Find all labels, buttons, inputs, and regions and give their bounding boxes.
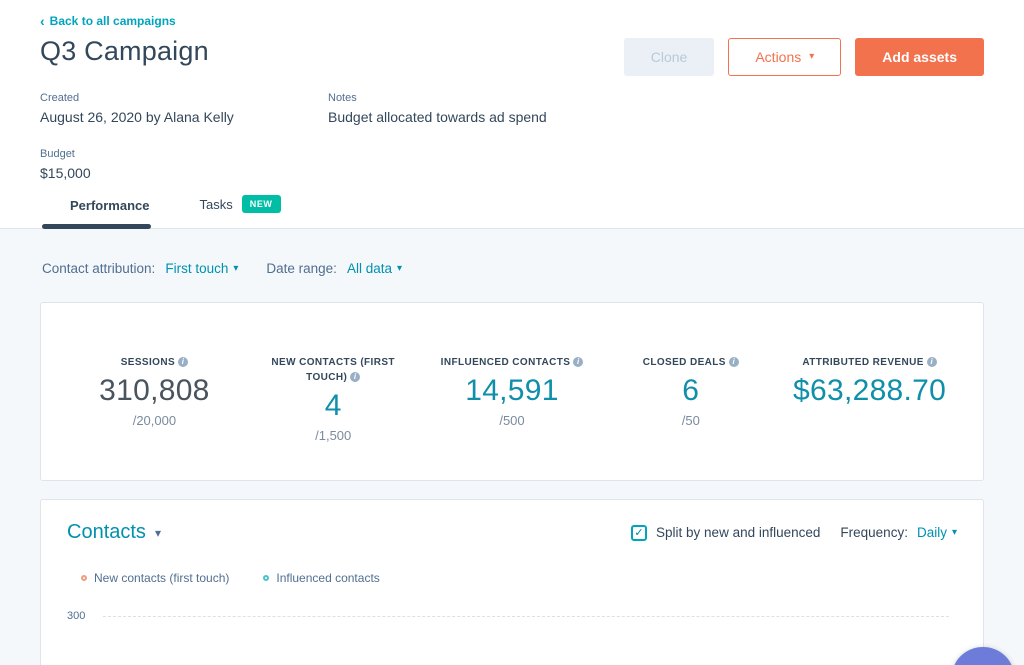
legend-influenced-contacts-label: Influenced contacts bbox=[276, 571, 380, 585]
chart-plot-area: 300 bbox=[67, 610, 957, 622]
notes-label: Notes bbox=[328, 92, 357, 104]
frequency-label: Frequency: bbox=[840, 525, 908, 540]
contact-attribution-dropdown[interactable]: First touch ▾ bbox=[165, 261, 238, 276]
metric-influenced-contacts-goal: /500 bbox=[499, 413, 525, 428]
chevron-down-icon: ▾ bbox=[154, 525, 161, 540]
chevron-down-icon: ▾ bbox=[809, 51, 815, 62]
clone-button[interactable]: Clone bbox=[623, 38, 715, 76]
contacts-chart-card: Contacts ▾ ✓ Split by new and influenced… bbox=[40, 499, 984, 665]
chart-legend: New contacts (first touch) Influenced co… bbox=[81, 571, 957, 585]
legend-new-contacts-label: New contacts (first touch) bbox=[94, 571, 230, 585]
contact-attribution-label: Contact attribution: bbox=[42, 261, 156, 276]
metric-attributed-revenue: ATTRIBUTED REVENUE i $63,288.70 bbox=[780, 355, 959, 480]
contacts-metric-dropdown[interactable]: Contacts ▾ bbox=[67, 521, 161, 544]
metric-influenced-contacts-value: 14,591 bbox=[465, 374, 559, 407]
metrics-summary-card: SESSIONS i 310,808 /20,000 NEW CONTACTS (… bbox=[40, 302, 984, 481]
tab-performance-label: Performance bbox=[70, 198, 150, 213]
info-icon[interactable]: i bbox=[728, 357, 739, 367]
info-icon[interactable]: i bbox=[350, 372, 361, 382]
budget-value: $15,000 bbox=[40, 165, 91, 181]
info-icon[interactable]: i bbox=[178, 357, 189, 367]
info-icon[interactable]: i bbox=[926, 357, 937, 367]
budget-label: Budget bbox=[40, 148, 75, 160]
filter-row: Contact attribution: First touch ▾ Date … bbox=[42, 261, 984, 276]
notes-value: Budget allocated towards ad spend bbox=[328, 109, 547, 125]
page-title: Q3 Campaign bbox=[40, 36, 209, 66]
contacts-card-header: Contacts ▾ ✓ Split by new and influenced… bbox=[67, 521, 957, 544]
info-icon[interactable]: i bbox=[573, 357, 584, 367]
contacts-title-label: Contacts bbox=[67, 521, 146, 543]
tab-tasks-label: Tasks bbox=[199, 196, 233, 212]
title-row: Q3 Campaign Clone Actions ▾ Add assets bbox=[40, 36, 984, 76]
metric-new-contacts-goal: /1,500 bbox=[315, 428, 352, 443]
metric-sessions-label: SESSIONS i bbox=[74, 355, 234, 370]
metric-closed-deals: CLOSED DEALS i 6 /50 bbox=[601, 355, 780, 480]
tab-tasks[interactable]: Tasks NEW bbox=[199, 195, 281, 228]
actions-button-label: Actions bbox=[755, 49, 802, 65]
legend-item-influenced-contacts[interactable]: Influenced contacts bbox=[263, 571, 380, 585]
created-label: Created bbox=[40, 92, 80, 104]
chevron-left-icon: ‹ bbox=[40, 13, 45, 29]
metric-closed-deals-label: CLOSED DEALS i bbox=[611, 355, 771, 370]
metric-influenced-contacts-label: INFLUENCED CONTACTS i bbox=[432, 355, 592, 370]
actions-dropdown-button[interactable]: Actions ▾ bbox=[728, 38, 842, 76]
gridline bbox=[103, 615, 949, 617]
frequency-dropdown[interactable]: Daily ▾ bbox=[917, 525, 957, 540]
metric-new-contacts-value: 4 bbox=[324, 389, 342, 422]
metric-influenced-contacts: INFLUENCED CONTACTS i 14,591 /500 bbox=[423, 355, 602, 480]
back-to-campaigns-link[interactable]: ‹ Back to all campaigns bbox=[40, 14, 176, 28]
back-link-label: Back to all campaigns bbox=[49, 14, 176, 28]
page-header: ‹ Back to all campaigns Q3 Campaign Clon… bbox=[0, 0, 1024, 181]
campaign-detail-page: ‹ Back to all campaigns Q3 Campaign Clon… bbox=[0, 0, 1024, 665]
tab-bar: Performance Tasks NEW bbox=[0, 195, 1024, 229]
metric-sessions-goal: /20,000 bbox=[132, 413, 177, 428]
date-range-value: All data bbox=[346, 261, 392, 276]
metric-sessions: SESSIONS i 310,808 /20,000 bbox=[65, 355, 244, 480]
created-value: August 26, 2020 by Alana Kelly bbox=[40, 109, 234, 125]
frequency-value: Daily bbox=[916, 525, 947, 540]
header-actions: Clone Actions ▾ Add assets bbox=[623, 38, 984, 76]
tab-performance[interactable]: Performance bbox=[41, 198, 152, 229]
metric-new-contacts-label: NEW CONTACTS (FIRST TOUCH) i bbox=[271, 357, 395, 383]
legend-dot-icon bbox=[81, 575, 87, 581]
metric-sessions-value: 310,808 bbox=[99, 374, 210, 407]
legend-item-new-contacts[interactable]: New contacts (first touch) bbox=[81, 571, 229, 585]
contact-attribution-value: First touch bbox=[165, 261, 229, 276]
new-badge: NEW bbox=[241, 195, 281, 213]
chevron-down-icon: ▾ bbox=[233, 262, 239, 274]
add-assets-button[interactable]: Add assets bbox=[855, 38, 984, 76]
legend-dot-icon bbox=[263, 575, 270, 581]
split-checkbox[interactable]: ✓ bbox=[631, 524, 648, 541]
y-axis-tick: 300 bbox=[67, 610, 86, 622]
chevron-down-icon: ▾ bbox=[396, 262, 402, 274]
metric-closed-deals-goal: /50 bbox=[681, 413, 700, 428]
created-block: Created August 26, 2020 by Alana Kelly bbox=[40, 92, 328, 125]
budget-block: Budget $15,000 bbox=[40, 148, 328, 181]
date-range-label: Date range: bbox=[266, 261, 337, 276]
campaign-meta: Created August 26, 2020 by Alana Kelly N… bbox=[40, 92, 984, 181]
date-range-dropdown[interactable]: All data ▾ bbox=[347, 261, 402, 276]
chart-controls: ✓ Split by new and influenced Frequency:… bbox=[631, 524, 957, 541]
metric-closed-deals-value: 6 bbox=[682, 374, 700, 407]
notes-block: Notes Budget allocated towards ad spend bbox=[328, 92, 984, 125]
metric-attributed-revenue-label: ATTRIBUTED REVENUE i bbox=[790, 355, 950, 370]
chevron-down-icon: ▾ bbox=[951, 526, 957, 538]
metric-new-contacts: NEW CONTACTS (FIRST TOUCH) i 4 /1,500 bbox=[244, 355, 423, 480]
metric-attributed-revenue-value: $63,288.70 bbox=[793, 374, 947, 407]
performance-panel: Contact attribution: First touch ▾ Date … bbox=[0, 229, 1024, 665]
split-checkbox-label: Split by new and influenced bbox=[656, 525, 821, 540]
